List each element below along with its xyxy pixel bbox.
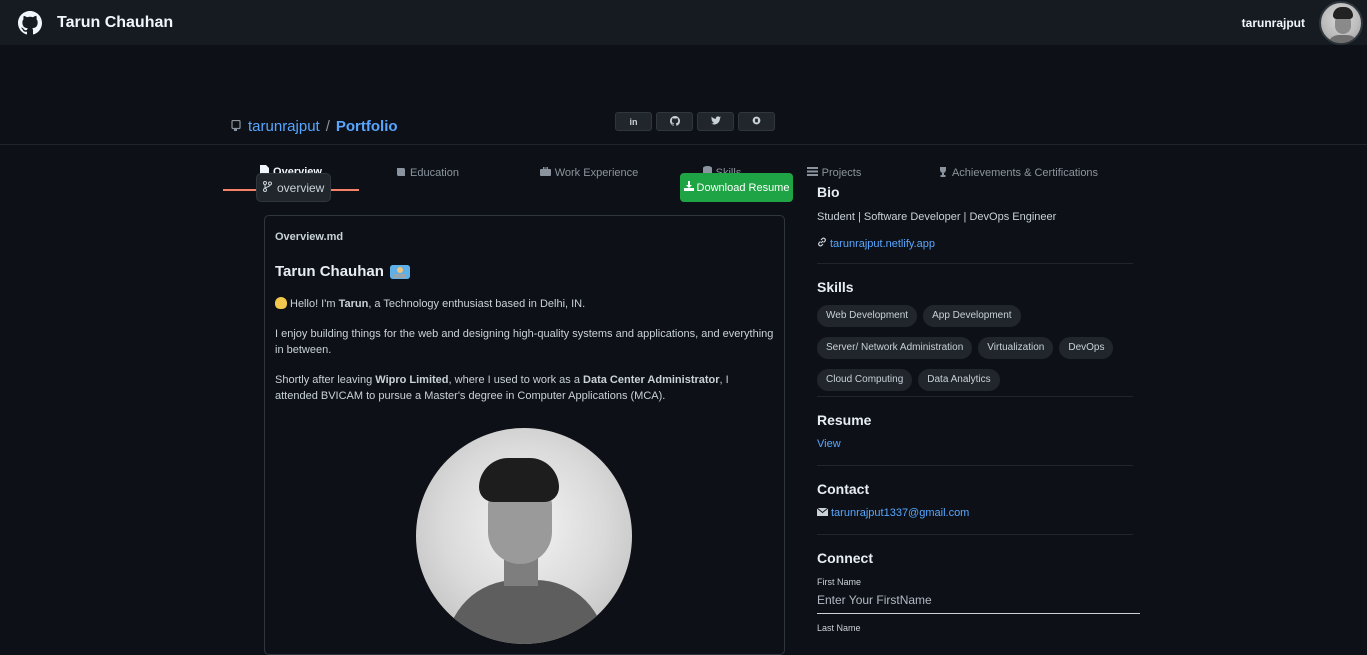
repo-header: tarunrajput / Portfolio in Overview Educ… (0, 45, 1367, 191)
readme-paragraph-intro: Hello! I'm Tarun, a Technology enthusias… (275, 296, 774, 312)
branch-label: overview (277, 180, 325, 195)
repo-owner-link[interactable]: tarunrajput (248, 118, 320, 135)
repo-icon (231, 119, 241, 134)
resume-view-link[interactable]: View (817, 438, 1133, 450)
first-name-input[interactable] (817, 587, 1140, 614)
twitter-icon (710, 116, 721, 127)
website-link[interactable]: tarunrajput.netlify.app (817, 237, 1133, 250)
breadcrumb: tarunrajput / Portfolio (231, 118, 398, 135)
tab-label: Projects (821, 167, 862, 179)
skill-chip: DevOps (1059, 337, 1114, 359)
contact-heading: Contact (817, 481, 870, 497)
briefcase-icon (539, 166, 551, 179)
tab-label: Work Experience (554, 167, 639, 179)
list-icon (806, 167, 818, 179)
top-navbar: Tarun Chauhan tarunrajput (0, 0, 1367, 45)
skill-chip: Virtualization (978, 337, 1054, 359)
readme-heading: Tarun Chauhan (275, 263, 774, 280)
email-link[interactable]: tarunrajput1337@gmail.com (816, 507, 1133, 519)
github-button[interactable] (656, 112, 693, 131)
tab-label: Education (410, 167, 459, 179)
linkedin-icon: in (629, 116, 638, 127)
app-title: Tarun Chauhan (57, 13, 174, 31)
bio-section: Bio Student | Software Developer | DevOp… (817, 184, 1133, 264)
resume-section: Resume View (817, 397, 1133, 466)
skill-chip: App Development (923, 305, 1021, 327)
technologist-emoji-icon (389, 264, 410, 279)
download-icon (683, 181, 694, 194)
skills-chip-list: Web Development App Development Server/ … (817, 305, 1137, 391)
branch-icon (263, 180, 272, 195)
github-icon (669, 115, 680, 128)
trophy-icon (938, 166, 948, 180)
sidebar: Bio Student | Software Developer | DevOp… (816, 184, 1140, 633)
social-links: in (615, 112, 775, 131)
connect-heading: Connect (817, 550, 873, 566)
resume-heading: Resume (817, 412, 872, 428)
github-logo-icon (18, 10, 42, 35)
breadcrumb-separator: / (325, 118, 330, 135)
readme-heading-text: Tarun Chauhan (275, 263, 384, 280)
brand[interactable]: Tarun Chauhan (18, 10, 174, 35)
tab-education[interactable]: Education (359, 155, 496, 191)
twitter-button[interactable] (697, 112, 734, 131)
connect-section: Connect First Name Last Name (817, 535, 1140, 633)
hackerrank-button[interactable] (738, 112, 775, 131)
linkedin-button[interactable]: in (615, 112, 652, 131)
first-name-label: First Name (817, 577, 862, 587)
skill-chip: Server/ Network Administration (817, 337, 973, 359)
bio-text: Student | Software Developer | DevOps En… (817, 211, 1057, 223)
readme-box: Overview.md Tarun Chauhan Hello! I'm Tar… (264, 215, 785, 655)
contact-section: Contact tarunrajput1337@gmail.com (816, 466, 1133, 535)
readme-paragraph-background: Shortly after leaving Wipro Limited, whe… (275, 374, 729, 402)
bio-heading: Bio (817, 184, 840, 200)
profile-photo (416, 428, 632, 644)
link-icon (817, 237, 827, 250)
waving-hand-icon (275, 297, 287, 309)
skill-chip: Cloud Computing (817, 369, 913, 391)
tab-label: Achievements & Certifications (951, 167, 1099, 179)
skills-section: Skills Web Development App Development S… (817, 264, 1133, 397)
skill-chip: Web Development (817, 305, 918, 327)
readme-filename: Overview.md (275, 231, 344, 243)
username[interactable]: tarunrajput (1242, 16, 1305, 30)
repo-name-link[interactable]: Portfolio (336, 118, 398, 135)
envelope-icon (816, 507, 829, 519)
download-label: Download Resume (696, 181, 790, 194)
download-resume-button[interactable]: Download Resume (680, 173, 793, 202)
skills-heading: Skills (817, 279, 854, 295)
readme-paragraph-interests: I enjoy building things for the web and … (275, 328, 774, 356)
tab-work-experience[interactable]: Work Experience (496, 155, 682, 191)
book-icon (396, 167, 406, 180)
last-name-label: Last Name (817, 623, 861, 633)
skill-chip: Data Analytics (918, 369, 1000, 391)
avatar[interactable] (1319, 0, 1363, 45)
branch-selector[interactable]: overview (256, 173, 332, 202)
hackerrank-icon (752, 116, 761, 127)
